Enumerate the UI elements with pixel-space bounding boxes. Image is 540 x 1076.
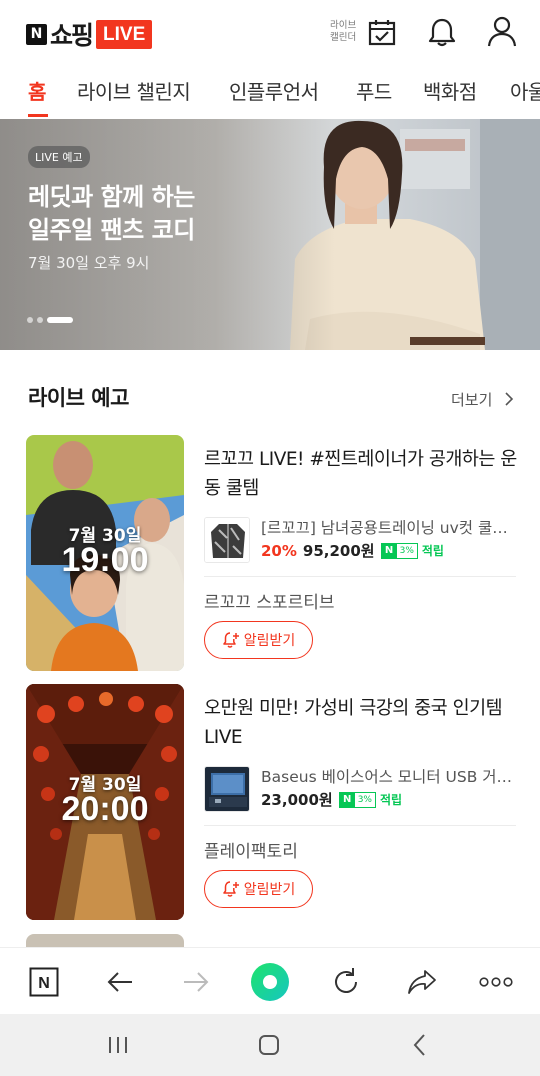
card-title[interactable]: 르꼬끄 LIVE! #찐트레이너가 공개하는 운동 쿨템 (204, 445, 519, 503)
banner-date: 7월 30일 오후 9시 (28, 254, 150, 272)
seller-name[interactable]: 플레이팩토리 (204, 837, 298, 862)
get-alert-label: 알림받기 (243, 633, 296, 649)
naver-home-button[interactable]: N (24, 962, 64, 1002)
recent-apps-button[interactable] (103, 1030, 133, 1060)
share-icon (408, 970, 436, 994)
product-monitor-image (205, 767, 249, 811)
calendar-label-line2: 캘린더 (330, 32, 357, 43)
calendar-check-icon[interactable] (368, 19, 396, 46)
get-alert-label: 알림받기 (243, 882, 296, 898)
npay-badge: N 3% (338, 791, 376, 808)
active-tab-indicator (28, 114, 48, 117)
calendar-label-line1: 라이브 (330, 20, 357, 31)
live-schedule-card[interactable]: 7월 30일 20:00 오만원 미만! 가성비 극강의 중국 인기템 LIVE… (0, 684, 540, 934)
forward-button[interactable] (176, 962, 216, 1002)
product-price-row: 20% 95,200원 N 3% 적립 (261, 540, 444, 561)
banner-dot-3[interactable] (47, 317, 73, 323)
live-schedule-card[interactable]: 7월 30일 19:00 르꼬끄 LIVE! #찐트레이너가 공개하는 운동 쿨… (0, 435, 540, 685)
banner-title-line2: 일주일 팬츠 코디 (28, 216, 195, 244)
live-calendar-label[interactable]: 라이브 캘린더 (330, 20, 356, 44)
refresh-icon (335, 968, 357, 993)
tab-department-store[interactable]: 백화점 (423, 76, 477, 105)
recent-apps-icon (109, 1037, 127, 1053)
npay-n-icon: N (339, 792, 355, 807)
back-arrow-icon (107, 972, 132, 992)
npay-percent: 3% (357, 794, 372, 805)
product-price-row: 23,000원 N 3% 적립 (261, 789, 402, 810)
notification-bell-icon[interactable] (428, 17, 456, 47)
refresh-button[interactable] (326, 962, 366, 1002)
tab-outlet[interactable]: 아울 (510, 76, 540, 105)
tab-home[interactable]: 홈 (28, 76, 46, 105)
product-image[interactable] (204, 517, 250, 563)
app-header: N 쇼핑 LIVE 라이브 캘린더 (0, 0, 540, 66)
naver-n-letter: N (38, 975, 50, 992)
more-link[interactable]: 더보기 (451, 389, 492, 410)
home-square-icon (259, 1035, 279, 1055)
get-alert-button[interactable]: 알림받기 (204, 870, 313, 908)
get-alert-button[interactable]: 알림받기 (204, 621, 313, 659)
more-icon (479, 977, 513, 987)
card-thumbnail[interactable]: 7월 30일 19:00 (26, 435, 184, 671)
system-back-button[interactable] (405, 1030, 435, 1060)
npay-n-icon: N (381, 543, 397, 558)
category-tabs: 홈 라이브 챌린지 인플루언서 푸드 백화점 아울 (0, 66, 540, 118)
section-title: 라이브 예고 (28, 386, 129, 410)
thumbnail-time: 19:00 (61, 541, 149, 579)
home-button[interactable] (254, 1030, 284, 1060)
live-preview-badge: LIVE 예고 (28, 146, 90, 168)
banner-title-line1: 레딧과 함께 하는 (28, 183, 195, 211)
more-menu-button[interactable] (476, 962, 516, 1002)
logo-live-badge: LIVE (96, 19, 153, 49)
thumbnail-time: 20:00 (61, 790, 149, 828)
logo-shopping-text: 쇼핑 (50, 21, 94, 50)
logo-n-mark: N (26, 23, 47, 45)
card-thumbnail[interactable]: 7월 30일 20:00 (26, 684, 184, 920)
green-dot-button[interactable] (250, 962, 290, 1002)
shopping-live-logo[interactable]: N 쇼핑 LIVE (26, 16, 153, 52)
card-divider (204, 576, 516, 577)
browser-bottom-bar: N (0, 947, 540, 1014)
seller-name[interactable]: 르꼬끄 스포르티브 (204, 588, 335, 613)
tab-influencer[interactable]: 인플루언서 (229, 76, 319, 105)
share-button[interactable] (402, 962, 442, 1002)
product-image[interactable] (204, 766, 250, 812)
npay-badge: N 3% (380, 542, 418, 559)
banner-title: 레딧과 함께 하는 일주일 팬츠 코디 (28, 181, 195, 247)
green-dot-icon (251, 963, 289, 1001)
bell-plus-icon (222, 632, 239, 648)
npay-percent: 3% (399, 545, 414, 556)
banner-dot-1[interactable] (27, 317, 33, 323)
naver-home-icon: N (29, 967, 59, 997)
forward-arrow-icon (184, 972, 209, 992)
my-profile-icon[interactable] (487, 16, 517, 47)
card-divider (204, 825, 516, 826)
product-price: 23,000원 (261, 791, 333, 809)
banner-pagination[interactable] (27, 317, 77, 323)
banner-dot-2[interactable] (37, 317, 43, 323)
hero-banner[interactable]: LIVE 예고 레딧과 함께 하는 일주일 팬츠 코디 7월 30일 오후 9시 (0, 119, 540, 350)
product-price: 95,200원 (302, 542, 375, 560)
points-label: 적립 (421, 544, 444, 558)
product-name[interactable]: Baseus 베이스어스 모니터 USB 거… (261, 765, 517, 787)
product-jacket-image (205, 518, 249, 562)
bell-plus-icon (222, 881, 239, 897)
system-back-icon (413, 1034, 425, 1056)
card-title[interactable]: 오만원 미만! 가성비 극강의 중국 인기템 LIVE (204, 694, 519, 752)
system-navigation-bar (0, 1014, 540, 1076)
points-label: 적립 (379, 793, 403, 807)
product-name[interactable]: [르꼬끄] 남녀공용트레이닝 uv컷 쿨… (261, 516, 517, 538)
discount-rate: 20% (261, 541, 297, 560)
tab-food[interactable]: 푸드 (356, 76, 392, 105)
tab-live-challenge[interactable]: 라이브 챌린지 (77, 76, 191, 105)
chevron-right-icon[interactable] (504, 392, 514, 406)
back-button[interactable] (100, 962, 140, 1002)
